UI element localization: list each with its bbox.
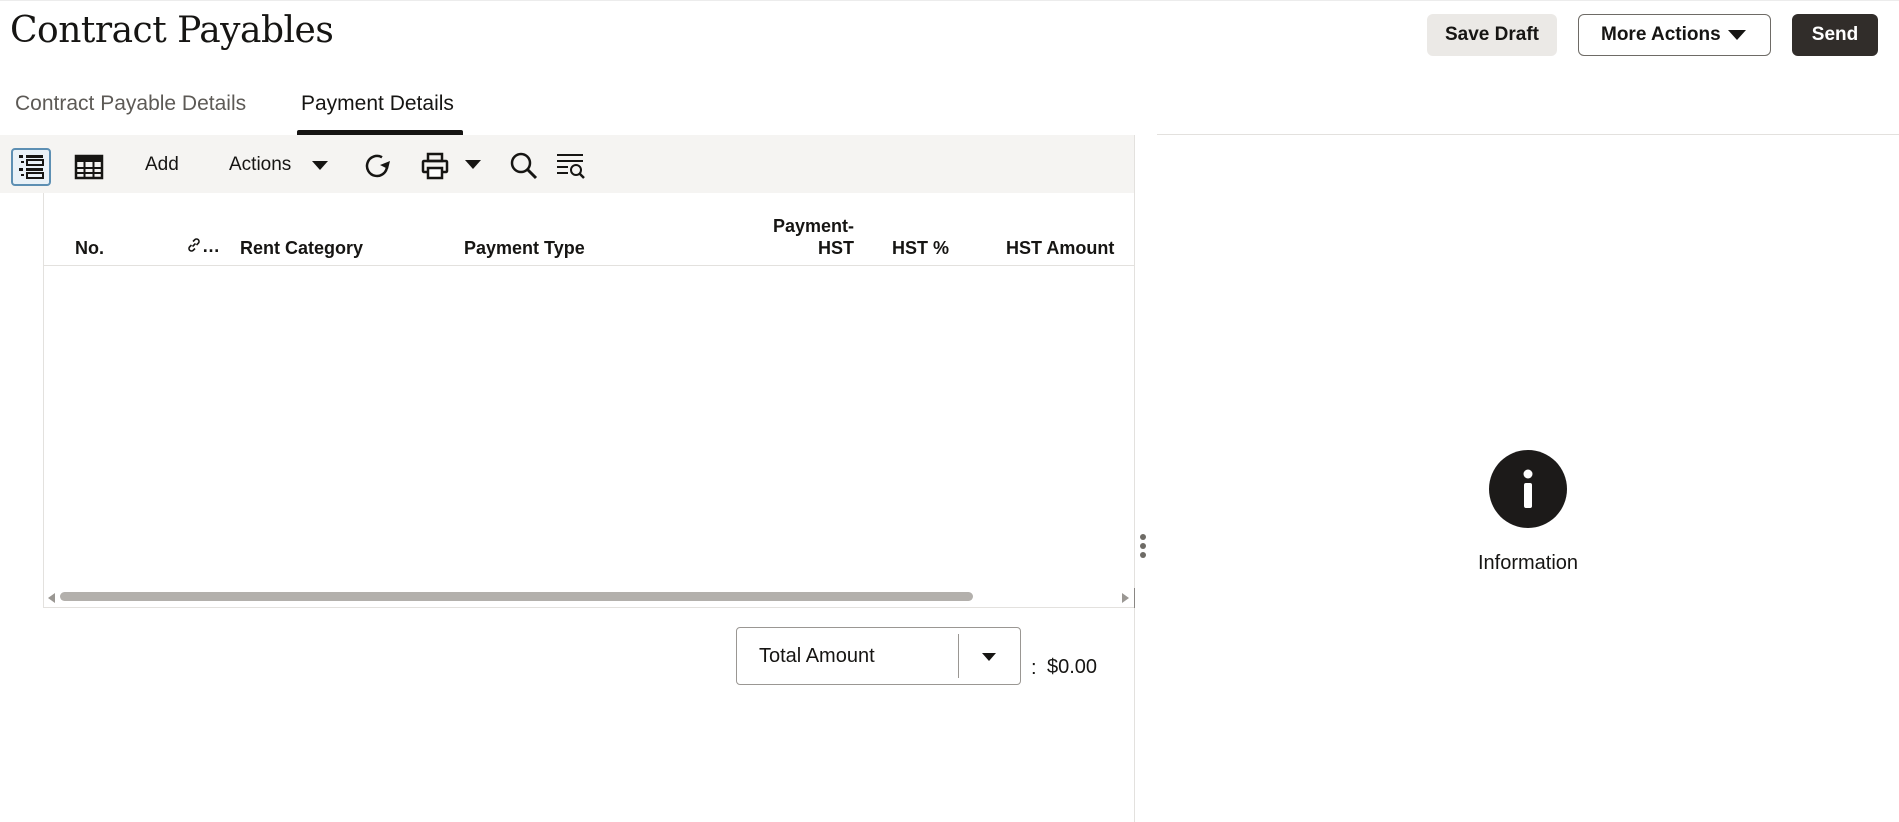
scroll-right-arrow-icon[interactable] [1122,593,1129,603]
column-header-payment-type[interactable]: Payment Type [464,237,585,259]
top-border [0,0,1899,1]
tabs-divider [1157,134,1899,135]
splitter-handle-icon[interactable] [1140,534,1148,564]
actions-chevron-down-icon[interactable] [312,161,328,170]
total-amount-value: $0.00 [1047,656,1098,678]
link-icon [188,238,200,252]
payment-details-table: No. … Rent Category Payment Type Payment… [43,193,1135,608]
more-actions-button[interactable]: More Actions [1578,14,1771,56]
add-button[interactable]: Add [145,154,179,176]
chevron-down-icon[interactable] [982,653,996,661]
column-header-no[interactable]: No. [75,237,104,259]
scrollbar-thumb[interactable] [60,592,973,601]
print-chevron-down-icon[interactable] [465,160,481,169]
column-header-link-label: … [202,236,220,256]
send-button[interactable]: Send [1792,14,1878,56]
print-icon[interactable] [418,149,452,183]
horizontal-scrollbar[interactable] [44,589,1135,605]
query-by-example-icon[interactable] [554,149,588,183]
column-header-hst-amount[interactable]: HST Amount [1006,237,1114,259]
column-header-hst-percent[interactable]: HST % [892,237,949,259]
info-label: Information [1477,552,1579,574]
table-view-icon[interactable] [72,148,106,186]
panel-divider [1134,135,1135,822]
list-view-icon[interactable] [11,148,51,186]
more-actions-label: More Actions [1601,24,1721,45]
column-header-payment-hst-line1: Payment- [772,216,854,236]
total-separator: : [1031,657,1037,679]
search-icon[interactable] [508,149,540,183]
total-type-value: Total Amount [759,645,875,667]
tab-contract-payable-details[interactable]: Contract Payable Details [15,92,246,116]
column-header-rent-category[interactable]: Rent Category [240,237,363,259]
panel-divider-marker [1134,588,1135,608]
total-type-select[interactable]: Total Amount [736,627,1021,685]
column-header-payment-hst[interactable]: Payment- HST [744,215,854,259]
refresh-icon[interactable] [361,149,395,183]
save-draft-button[interactable]: Save Draft [1427,14,1557,56]
select-divider [958,634,959,678]
actions-label: Actions [229,154,292,175]
tab-payment-details[interactable]: Payment Details [301,92,454,116]
table-header: No. … Rent Category Payment Type Payment… [44,193,1135,266]
scroll-left-arrow-icon[interactable] [48,593,55,603]
column-header-payment-hst-line2: HST [818,238,854,258]
table-toolbar: Add Actions [0,135,1134,193]
column-header-link[interactable]: … [186,235,220,257]
page-title: Contract Payables [10,10,334,51]
actions-menu-button[interactable]: Actions [229,154,291,176]
chevron-down-icon [1728,30,1746,40]
info-icon [1489,450,1567,528]
